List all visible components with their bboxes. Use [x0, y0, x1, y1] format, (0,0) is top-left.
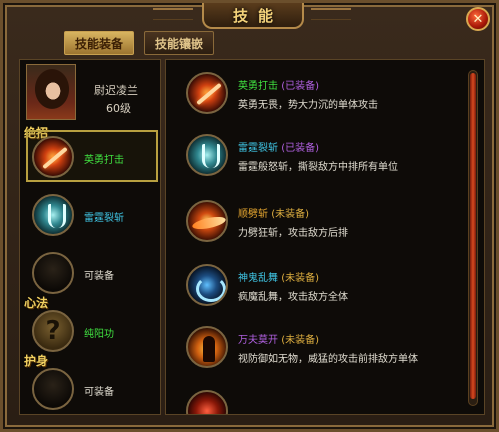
skill-list-scrollbar[interactable]	[468, 70, 478, 406]
skill-status: (未装备)	[281, 335, 319, 346]
skill-list-panel: 英勇打击 (已装备) 英勇无畏，势大力沉的单体攻击 雷霆裂斩 (已装备) 雷霆般…	[165, 59, 485, 415]
equip-slot-2[interactable]: 雷霆裂斩	[28, 190, 156, 242]
skill-list-item-partial[interactable]	[186, 390, 456, 414]
skill-title: 万夫莫开 (未装备)	[238, 331, 319, 346]
slot-label: 纯阳功	[84, 329, 114, 340]
skill-title: 顺劈斩 (未装备)	[238, 205, 309, 220]
skill-name: 万夫莫开	[238, 335, 278, 346]
skill-title: 神鬼乱舞 (未装备)	[238, 269, 319, 284]
fire-slash-icon	[186, 72, 228, 114]
equip-slot-1[interactable]: 英勇打击	[26, 130, 158, 182]
skill-status: (未装备)	[281, 273, 319, 284]
equipped-skills-panel: 尉迟凌兰 60级 绝招 英勇打击 雷霆裂斩 可装备 心法 ? 纯阳功 护身 可装…	[19, 59, 161, 415]
skill-status: (已装备)	[281, 81, 319, 92]
skill-name: 雷霆裂斩	[238, 143, 278, 154]
skill-title: 英勇打击 (已装备)	[238, 77, 319, 92]
thunder-icon	[186, 134, 228, 176]
skill-title: 雷霆裂斩 (已装备)	[238, 139, 319, 154]
empty-slot-icon	[32, 368, 74, 410]
skill-list-item[interactable]: 雷霆裂斩 (已装备) 雷霆般怒斩，撕裂敌方中排所有单位	[186, 134, 456, 186]
fire-slash-icon	[32, 136, 74, 178]
skill-description: 力劈狂斩，攻击敌方后排	[238, 228, 348, 239]
skill-status: (未装备)	[271, 209, 309, 220]
empty-slot-icon	[32, 252, 74, 294]
slot-label: 可装备	[84, 271, 114, 282]
ghost-dance-icon	[186, 264, 228, 306]
tab-skill-inlay[interactable]: 技能镶嵌	[144, 31, 214, 55]
skill-name: 神鬼乱舞	[238, 273, 278, 284]
skill-description: 雷霆般怒斩，撕裂敌方中排所有单位	[238, 162, 398, 173]
skill-name: 顺劈斩	[238, 209, 268, 220]
skill-description: 英勇无畏，势大力沉的单体攻击	[238, 100, 378, 111]
character-level: 60级	[106, 102, 131, 115]
scroll-thumb[interactable]	[470, 73, 476, 399]
slot-label: 英勇打击	[84, 155, 124, 166]
window-title: 技能	[202, 3, 304, 29]
axe-icon	[186, 200, 228, 242]
skill-status: (已装备)	[281, 143, 319, 154]
close-icon: ✕	[472, 11, 484, 27]
skill-list-item[interactable]: 顺劈斩 (未装备) 力劈狂斩，攻击敌方后排	[186, 200, 456, 252]
skill-description: 视防御如无物，威猛的攻击前排敌方单体	[238, 354, 418, 365]
skill-name: 英勇打击	[238, 81, 278, 92]
skill-list-item[interactable]: 万夫莫开 (未装备) 视防御如无物，威猛的攻击前排敌方单体	[186, 326, 456, 378]
title-ornament-right	[311, 8, 351, 20]
character-portrait	[26, 64, 76, 120]
title-ornament-left	[153, 8, 193, 20]
close-button[interactable]: ✕	[466, 7, 490, 31]
slot-label: 雷霆裂斩	[84, 213, 124, 224]
equip-slot-3[interactable]: 可装备	[28, 248, 156, 300]
skill-list-item[interactable]: 神鬼乱舞 (未装备) 疯魔乱舞，攻击敌方全体	[186, 264, 456, 316]
equip-slot-5[interactable]: 可装备	[28, 364, 156, 416]
equip-slot-4[interactable]: ? 纯阳功	[28, 306, 156, 358]
skill-partial-icon	[186, 390, 228, 414]
skills-window: 技能 ✕ 技能装备 技能镶嵌 尉迟凌兰 60级 绝招 英勇打击 雷霆裂斩 可装备…	[0, 0, 499, 432]
slot-label: 可装备	[84, 387, 114, 398]
character-name: 尉迟凌兰	[94, 84, 138, 97]
tab-skill-equip[interactable]: 技能装备	[64, 31, 134, 55]
thunder-icon	[32, 194, 74, 236]
monk-icon	[186, 326, 228, 368]
question-icon: ?	[32, 310, 74, 352]
skill-list-item[interactable]: 英勇打击 (已装备) 英勇无畏，势大力沉的单体攻击	[186, 72, 456, 124]
skill-description: 疯魔乱舞，攻击敌方全体	[238, 292, 348, 303]
